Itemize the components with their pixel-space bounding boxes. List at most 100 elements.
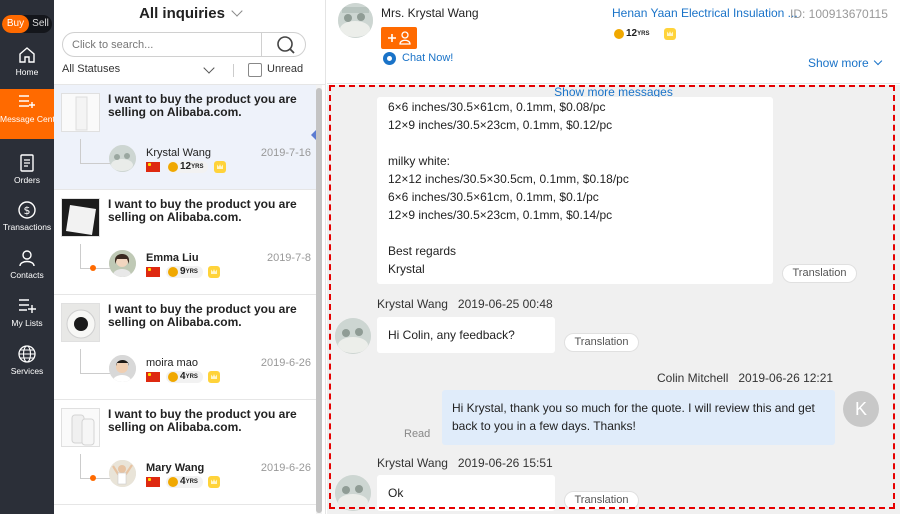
- search-box: [62, 32, 306, 57]
- inquiry-list-panel: All inquiries All Statuses Unread I want…: [54, 0, 326, 514]
- inquiry-date: 2019-7-16: [260, 147, 311, 159]
- buyer-avatar[interactable]: [338, 3, 373, 38]
- message-line: Best regards: [388, 244, 457, 258]
- message-line: Krystal: [388, 262, 425, 276]
- china-flag-icon: [146, 162, 160, 172]
- inquiry-subject: I want to buy the product you are sellin…: [108, 92, 297, 119]
- inquiry-item[interactable]: I want to buy the product you are sellin…: [54, 400, 318, 505]
- inquiry-subject: I want to buy the product you are sellin…: [108, 407, 297, 434]
- nav-item-contacts[interactable]: Contacts: [0, 248, 54, 294]
- avatar: K: [843, 391, 879, 427]
- thread-connector: [80, 454, 81, 479]
- chat-now-label: Chat Now!: [402, 52, 454, 64]
- gold-supplier-icon: [168, 477, 178, 487]
- inquiry-date: 2019-6-26: [260, 462, 311, 474]
- show-more-label: Show more: [808, 56, 869, 70]
- list-title: All inquiries: [139, 5, 225, 22]
- message-line: 12×9 inches/30.5×23cm, 0.1mm, $0.14/pc: [388, 208, 613, 222]
- inquiry-subject: I want to buy the product you are sellin…: [108, 302, 297, 329]
- china-flag-icon: [146, 372, 160, 382]
- conversation-header: Mrs. Krystal Wang Henan Yaan Electrical …: [327, 0, 900, 84]
- gold-supplier-icon: [168, 372, 178, 382]
- inquiry-date: 2019-6-26: [260, 357, 311, 369]
- inquiry-item[interactable]: I want to buy the product you are sellin…: [54, 295, 318, 400]
- message-line: milky white:: [388, 154, 451, 168]
- nav-item-home[interactable]: Home: [0, 45, 54, 91]
- years-badge: 9YRS: [166, 266, 203, 278]
- unread-dot: [90, 475, 96, 481]
- product-thumbnail: [61, 303, 100, 342]
- sender-name: Krystal Wang: [377, 456, 448, 470]
- buyer-id: ID: 100913670115: [790, 7, 888, 21]
- search-icon[interactable]: [268, 35, 304, 55]
- years-badge: 4YRS: [166, 371, 203, 383]
- avatar: [109, 145, 136, 172]
- message-line: 12×12 inches/30.5×30.5cm, 0.1mm, $0.18/p…: [388, 172, 629, 186]
- sender-name: Krystal Wang: [377, 297, 448, 311]
- message-meta: Colin Mitchell 2019-06-26 12:21: [657, 371, 833, 385]
- read-status: Read: [404, 428, 431, 440]
- nav-item-label: Orders: [14, 176, 40, 185]
- chevron-down-icon: [873, 56, 882, 66]
- contact-name: Emma Liu: [146, 252, 199, 264]
- company-link[interactable]: Henan Yaan Electrical Insulation ...: [612, 6, 798, 20]
- translation-button[interactable]: Translation: [782, 264, 857, 283]
- message-bubble-outgoing: Hi Krystal, thank you so much for the qu…: [442, 390, 835, 445]
- contact-name: Krystal Wang: [146, 147, 212, 159]
- crown-icon: [208, 476, 220, 488]
- message-meta: Krystal Wang 2019-06-26 15:51: [377, 456, 553, 470]
- years-badge: 4YRS: [166, 476, 203, 488]
- nav-item-label: Home: [15, 68, 39, 77]
- add-contact-icon: [388, 31, 411, 45]
- message-time: 2019-06-25 00:48: [457, 297, 553, 311]
- translation-button[interactable]: Translation: [564, 491, 639, 510]
- add-contact-button[interactable]: [381, 27, 417, 49]
- thread-connector: [80, 373, 110, 374]
- contacts-icon: [19, 250, 35, 267]
- inquiry-subject: I want to buy the product you are sellin…: [108, 197, 297, 224]
- years-badge: 12YRS: [612, 28, 654, 40]
- message-line: 6×6 inches/30.5×61cm, 0.1mm, $0.1/pc: [388, 190, 599, 204]
- avatar: [109, 460, 136, 487]
- list-add-icon: [19, 299, 36, 313]
- buyer-name[interactable]: Mrs. Krystal Wang: [381, 6, 479, 20]
- message-time: 2019-06-26 12:21: [738, 371, 834, 385]
- show-more-link[interactable]: Show more: [808, 56, 882, 70]
- message-bubble: Hi Colin, any feedback?: [377, 317, 555, 353]
- chat-icon: [383, 52, 396, 65]
- left-nav: Buy Sell Home Message Center Orders $ Tr…: [0, 0, 54, 514]
- search-input[interactable]: [63, 33, 261, 56]
- nav-item-label: Message Center: [0, 115, 54, 124]
- message-list-icon: [19, 95, 35, 108]
- thread-connector: [80, 349, 81, 374]
- thread-connector: [80, 163, 110, 164]
- buy-toggle[interactable]: Buy: [2, 15, 29, 33]
- inquiry-item[interactable]: I want to buy the product you are sellin…: [54, 190, 318, 295]
- thread-connector: [80, 244, 81, 269]
- translation-button[interactable]: Translation: [564, 333, 639, 352]
- sender-name: Colin Mitchell: [657, 371, 729, 385]
- unread-checkbox[interactable]: [248, 63, 262, 77]
- thread-connector: [80, 139, 81, 164]
- unread-dot: [90, 265, 96, 271]
- nav-item-label: Services: [10, 367, 44, 376]
- nav-item-label: My Lists: [11, 319, 43, 328]
- message-area[interactable]: Show more messages 6×6 inches/30.5×61cm,…: [327, 85, 900, 514]
- message-bubble: Ok: [377, 475, 555, 511]
- status-select[interactable]: All Statuses: [62, 62, 217, 79]
- inquiry-date: 2019-7-8: [266, 252, 311, 264]
- message-line: 6×6 inches/30.5×61cm, 0.1mm, $0.08/pc: [388, 100, 606, 114]
- inquiry-item[interactable]: I want to buy the product you are sellin…: [54, 85, 318, 190]
- nav-item-orders[interactable]: Orders: [0, 153, 54, 199]
- sell-toggle[interactable]: Sell: [29, 15, 52, 33]
- nav-item-my-lists[interactable]: My Lists: [0, 296, 54, 342]
- inquiry-filter-dropdown[interactable]: All inquiries: [54, 5, 326, 22]
- contact-name: Mary Wang: [146, 462, 205, 474]
- buy-sell-toggle[interactable]: Buy Sell: [2, 15, 52, 33]
- nav-item-services[interactable]: Services: [0, 344, 54, 390]
- gold-supplier-icon: [168, 162, 178, 172]
- svg-text:$: $: [24, 204, 31, 217]
- nav-item-transactions[interactable]: $ Transactions: [0, 200, 54, 246]
- nav-item-message-center[interactable]: Message Center: [0, 89, 54, 139]
- list-scrollbar-thumb[interactable]: [316, 88, 322, 513]
